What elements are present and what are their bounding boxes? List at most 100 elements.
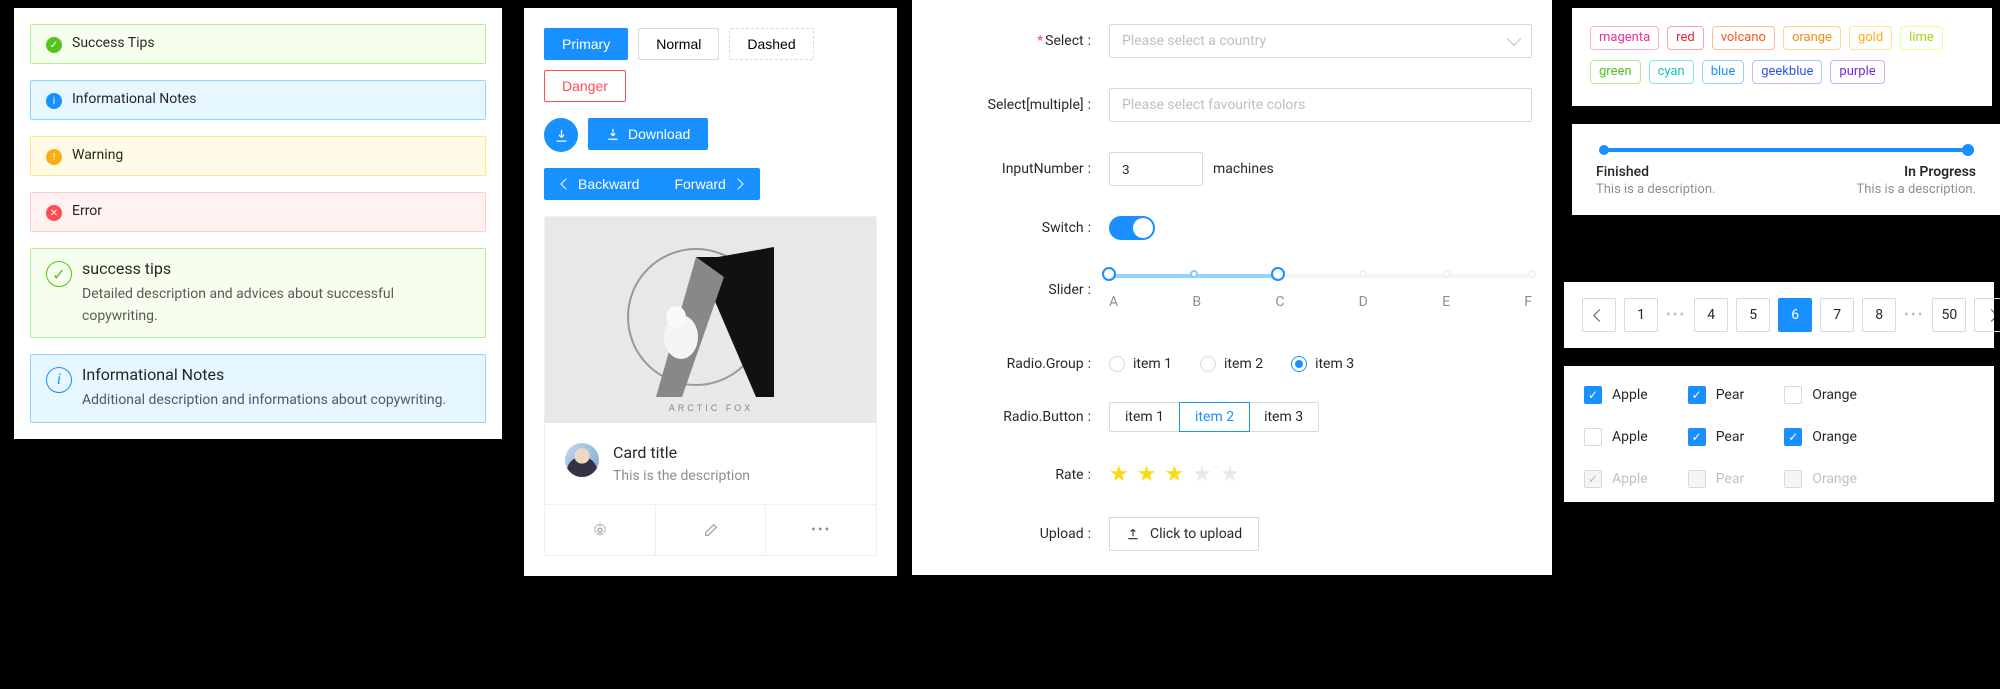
danger-button[interactable]: Danger	[544, 70, 626, 102]
radio-button-item-1[interactable]: item 1	[1110, 403, 1180, 431]
form-label-radiogroup: Radio.Group	[932, 356, 1097, 372]
alert-message: Success Tips	[72, 35, 155, 51]
radio-button-item-2[interactable]: item 2	[1179, 402, 1250, 432]
step-dot-current	[1962, 144, 1974, 156]
page-ellipsis[interactable]: •••	[1666, 307, 1686, 323]
tag-blue[interactable]: blue	[1702, 60, 1745, 84]
star-icon[interactable]: ★	[1164, 462, 1184, 487]
upload-icon	[1126, 527, 1140, 541]
edit-icon	[703, 522, 719, 538]
step-dot	[1599, 145, 1609, 155]
tag-geekblue[interactable]: geekblue	[1752, 60, 1822, 84]
page-prev[interactable]	[1582, 298, 1616, 332]
alert-message: Warning	[72, 147, 123, 163]
tag-orange[interactable]: orange	[1783, 26, 1841, 50]
alert-error: ✕ Error	[30, 192, 486, 232]
form-panel: * Select Please select a country Select[…	[912, 0, 1552, 575]
card-action-settings[interactable]	[545, 505, 656, 555]
select-colors[interactable]: Please select favourite colors	[1109, 88, 1532, 122]
backward-button[interactable]: Backward	[544, 168, 657, 200]
form-label-rate: Rate	[932, 467, 1097, 483]
page-8[interactable]: 8	[1862, 298, 1896, 332]
upload-button[interactable]: Click to upload	[1109, 517, 1259, 551]
checkbox-pear[interactable]: ✓Pear	[1688, 428, 1745, 446]
tag-gold[interactable]: gold	[1849, 26, 1892, 50]
checkbox-apple[interactable]: Apple	[1584, 428, 1648, 446]
checkbox-apple-disabled: ✓Apple	[1584, 470, 1648, 488]
default-button[interactable]: Normal	[638, 28, 719, 60]
dashed-button[interactable]: Dashed	[729, 28, 813, 60]
checkbox-pear[interactable]: ✓Pear	[1688, 386, 1745, 404]
checkbox-panel: ✓Apple ✓Pear Orange Apple ✓Pear ✓Orange …	[1564, 366, 1994, 502]
tag-volcano[interactable]: volcano	[1712, 26, 1775, 50]
tag-magenta[interactable]: magenta	[1590, 26, 1659, 50]
pagination: 1 ••• 4 5 6 7 8 ••• 50	[1582, 298, 1976, 332]
alert-warning: ! Warning	[30, 136, 486, 176]
page-6[interactable]: 6	[1778, 298, 1812, 332]
tag-lime[interactable]: lime	[1900, 26, 1943, 50]
card-description: This is the description	[613, 468, 750, 484]
checkbox-orange[interactable]: ✓Orange	[1784, 428, 1857, 446]
chevron-left-icon	[560, 178, 571, 189]
steps-track	[1604, 148, 1968, 152]
star-icon[interactable]: ★	[1137, 462, 1157, 487]
avatar	[565, 443, 599, 477]
rate[interactable]: ★ ★ ★ ★ ★	[1109, 462, 1240, 487]
pagination-panel: 1 ••• 4 5 6 7 8 ••• 50	[1564, 282, 1994, 348]
tag-cyan[interactable]: cyan	[1649, 60, 1694, 84]
alert-message: Error	[72, 203, 102, 219]
slider-mark: D	[1359, 294, 1368, 310]
card-title: Card title	[613, 443, 750, 462]
slider-mark: C	[1275, 294, 1284, 310]
chevron-left-icon	[1593, 309, 1606, 322]
alert-title: Informational Notes	[82, 365, 446, 384]
page-next[interactable]	[1974, 298, 2000, 332]
page-50[interactable]: 50	[1932, 298, 1966, 332]
card-action-edit[interactable]	[656, 505, 767, 555]
check-circle-icon: ✓	[46, 37, 62, 53]
page-ellipsis[interactable]: •••	[1904, 307, 1924, 323]
radio-item-3[interactable]: item 3	[1291, 356, 1354, 372]
alert-description: Detailed description and advices about s…	[82, 284, 470, 327]
switch[interactable]	[1109, 216, 1155, 240]
info-circle-icon: i	[46, 93, 62, 109]
radio-button-item-3[interactable]: item 3	[1249, 403, 1318, 431]
page-7[interactable]: 7	[1820, 298, 1854, 332]
download-icon	[554, 128, 569, 143]
card-action-more[interactable]: •••	[766, 505, 876, 555]
input-number[interactable]	[1109, 152, 1203, 186]
input-number-suffix: machines	[1213, 161, 1274, 177]
form-label-upload: Upload	[932, 526, 1097, 542]
button-group: Backward Forward	[544, 168, 760, 200]
alert-info: i Informational Notes	[30, 80, 486, 120]
slider-handle-end[interactable]	[1271, 267, 1285, 281]
step-in-progress: In Progress This is a description.	[1857, 164, 1976, 197]
tag-purple[interactable]: purple	[1830, 60, 1884, 84]
page-1[interactable]: 1	[1624, 298, 1658, 332]
page-4[interactable]: 4	[1694, 298, 1728, 332]
star-icon[interactable]: ★	[1109, 462, 1129, 487]
download-icon-button[interactable]	[544, 118, 578, 152]
form-label-switch: Switch	[932, 220, 1097, 236]
forward-button[interactable]: Forward	[657, 168, 759, 200]
components-panel: Primary Normal Dashed Danger Download Ba…	[524, 8, 897, 576]
radio-item-2[interactable]: item 2	[1200, 356, 1263, 372]
primary-button[interactable]: Primary	[544, 28, 628, 60]
star-icon[interactable]: ★	[1192, 462, 1212, 487]
page-5[interactable]: 5	[1736, 298, 1770, 332]
chevron-right-icon	[732, 178, 743, 189]
slider-mark: B	[1192, 294, 1201, 310]
slider[interactable]	[1109, 270, 1532, 280]
checkbox-pear-disabled: Pear	[1688, 470, 1745, 488]
star-icon[interactable]: ★	[1220, 462, 1240, 487]
checkbox-apple[interactable]: ✓Apple	[1584, 386, 1648, 404]
checkbox-orange[interactable]: Orange	[1784, 386, 1857, 404]
download-button[interactable]: Download	[588, 118, 708, 150]
form-label-inputnumber: InputNumber	[932, 161, 1097, 177]
select-country[interactable]: Please select a country	[1109, 24, 1532, 58]
tag-red[interactable]: red	[1667, 26, 1704, 50]
slider-handle-start[interactable]	[1102, 267, 1116, 281]
radio-item-1[interactable]: item 1	[1109, 356, 1172, 372]
tag-green[interactable]: green	[1590, 60, 1641, 84]
card-cover: ARCTIC FOX	[545, 217, 876, 423]
